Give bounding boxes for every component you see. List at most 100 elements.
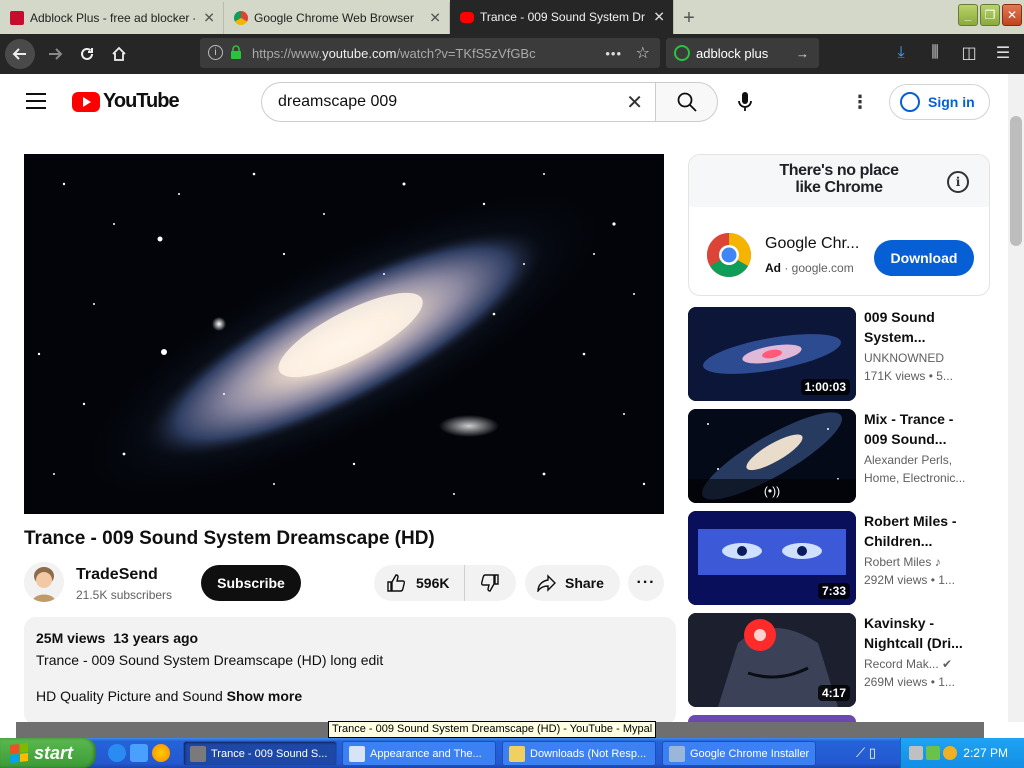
related-video-item[interactable]: (•)) Mix - Trance - 009 Sound... Alexand…: [688, 409, 1008, 505]
internet-explorer-icon[interactable]: [108, 744, 126, 762]
account-icon: [900, 92, 920, 112]
clear-search-icon[interactable]: ✕: [626, 90, 643, 115]
media-player-icon[interactable]: [152, 744, 170, 762]
view-meta: 25M views 13 years ago: [36, 630, 664, 646]
related-thumbnail[interactable]: 7:33: [688, 511, 856, 605]
download-icon[interactable]: ⤓: [886, 38, 916, 68]
close-tab-icon[interactable]: ✕: [653, 9, 665, 26]
menu-icon[interactable]: ☰: [988, 38, 1018, 68]
galaxy-video-frame: [24, 154, 664, 514]
youtube-search-button[interactable]: [655, 82, 718, 122]
channel-avatar[interactable]: [24, 562, 64, 602]
network-tray-icon[interactable]: [909, 746, 923, 760]
youtube-logo[interactable]: YouTube: [72, 90, 180, 113]
related-views: Home, Electronic...: [864, 471, 966, 485]
view-count: 25M views: [36, 630, 106, 646]
settings-kebab-icon[interactable]: ⋮: [850, 92, 870, 112]
search-icon: [677, 92, 697, 112]
more-actions-button[interactable]: ···: [628, 565, 664, 601]
related-title[interactable]: Mix - Trance - 009 Sound...: [864, 409, 976, 449]
system-tray: 2:27 PM: [900, 738, 1024, 768]
taskbar-window-button[interactable]: Appearance and The...: [342, 741, 496, 766]
scrollbar-thumb[interactable]: [1010, 116, 1022, 246]
share-arrow-icon: [537, 574, 556, 592]
tab-title: Trance - 009 Sound System Dream: [480, 10, 645, 24]
taskbar-window-label: Trance - 009 Sound S...: [211, 747, 328, 760]
taskbar-window-label: Appearance and The...: [370, 747, 482, 760]
share-button[interactable]: Share: [525, 565, 620, 601]
download-ad-button[interactable]: Download: [874, 240, 974, 276]
home-button[interactable]: [103, 38, 135, 70]
related-thumbnail-partial[interactable]: [688, 715, 856, 722]
related-title[interactable]: Kavinsky - Nightcall (Dri...: [864, 613, 976, 653]
search-engine-icon: [674, 45, 690, 61]
related-channel: UNKNOWNED: [864, 351, 944, 365]
folder-icon: [509, 745, 525, 762]
arrow-right-icon: [49, 48, 63, 60]
related-title[interactable]: 009 Sound System...: [864, 307, 976, 347]
related-video-item[interactable]: 4:17 Kavinsky - Nightcall (Dri... Record…: [688, 613, 1008, 709]
voice-search-button[interactable]: [730, 90, 760, 114]
ad-info-icon[interactable]: i: [947, 171, 969, 193]
close-tab-icon[interactable]: ✕: [429, 10, 441, 27]
close-tab-icon[interactable]: ✕: [203, 10, 215, 27]
related-thumbnail[interactable]: (•)): [688, 409, 856, 503]
related-title[interactable]: Robert Miles - Children...: [864, 511, 976, 551]
related-video-item[interactable]: 7:33 Robert Miles - Children... Robert M…: [688, 511, 1008, 607]
window-controls: _ ❐ ✕: [958, 4, 1022, 26]
chrome-ad-card[interactable]: There's no place like Chrome i Google Chr…: [688, 154, 990, 296]
bookmark-star-icon[interactable]: ☆: [636, 43, 650, 63]
back-button[interactable]: [5, 39, 35, 69]
browser-search-box[interactable]: adblock plus →: [666, 38, 819, 68]
related-video-item[interactable]: 1:00:03 009 Sound System... UNKNOWNED 17…: [688, 307, 1008, 403]
channel-name[interactable]: TradeSend: [76, 566, 158, 584]
upload-age: 13 years ago: [113, 630, 199, 646]
forward-button[interactable]: [39, 38, 71, 70]
taskbar-window-button[interactable]: Google Chrome Installer: [662, 741, 816, 766]
mix-broadcast-icon: (•)): [688, 479, 856, 503]
description-box[interactable]: 25M views 13 years ago Trance - 009 Sound…: [24, 617, 676, 725]
like-button[interactable]: 596K: [374, 565, 465, 601]
sidebar-icon[interactable]: ◫: [954, 38, 984, 68]
start-button[interactable]: start: [0, 738, 96, 768]
related-views: 269M views • 1...: [864, 675, 955, 689]
ad-title[interactable]: Google Chr...: [765, 235, 859, 253]
tab-strip: Adblock Plus - free ad blocker - Ch ✕ Go…: [0, 0, 1024, 34]
url-path: /watch?v=TKfS5zVfGBc: [396, 45, 536, 61]
tab-adblock[interactable]: Adblock Plus - free ad blocker - Ch ✕: [0, 2, 224, 34]
minimize-button[interactable]: _: [958, 4, 978, 26]
address-bar[interactable]: i https://www.youtube.com/watch?v=TKfS5z…: [200, 38, 660, 68]
video-player[interactable]: [24, 154, 664, 514]
tab-chrome[interactable]: Google Chrome Web Browser ✕: [224, 2, 450, 34]
show-more-link[interactable]: Show more: [227, 688, 302, 704]
page-actions-icon[interactable]: •••: [605, 46, 622, 61]
security-tray-icon[interactable]: [926, 746, 940, 760]
tab-youtube-active[interactable]: Trance - 009 Sound System Dream ✕: [450, 0, 674, 34]
youtube-search-input[interactable]: dreamscape 009 ✕: [261, 82, 655, 122]
url-text: https://www.youtube.com/watch?v=TKfS5zVf…: [252, 46, 536, 61]
library-icon[interactable]: ⫼: [920, 38, 950, 68]
arrow-left-icon: [12, 48, 26, 60]
info-icon[interactable]: i: [208, 45, 223, 60]
related-thumbnail[interactable]: 1:00:03: [688, 307, 856, 401]
guide-menu-icon[interactable]: [26, 93, 46, 109]
ad-banner[interactable]: There's no place like Chrome i: [689, 155, 989, 207]
maximize-button[interactable]: ❐: [980, 4, 1000, 26]
language-bar-icon[interactable]: ⟋ ▯: [856, 745, 876, 761]
reload-button[interactable]: [71, 38, 103, 70]
search-go-icon[interactable]: →: [796, 46, 809, 61]
taskbar-window-button[interactable]: Downloads (Not Resp...: [502, 741, 656, 766]
description-line-2: HD Quality Picture and Sound Show more: [36, 688, 664, 704]
search-tray-icon[interactable]: [943, 746, 957, 760]
related-thumbnail[interactable]: 4:17: [688, 613, 856, 707]
dislike-button[interactable]: [465, 573, 515, 593]
related-channel: Record Mak... ✔: [864, 657, 953, 671]
taskbar-window-button[interactable]: Trance - 009 Sound S...: [183, 741, 337, 766]
new-tab-button[interactable]: +: [674, 2, 704, 34]
close-window-button[interactable]: ✕: [1002, 4, 1022, 26]
page-scrollbar[interactable]: [1008, 74, 1024, 722]
mypal-browser-icon[interactable]: [130, 744, 148, 762]
sign-in-button[interactable]: Sign in: [889, 84, 990, 120]
subscribe-button[interactable]: Subscribe: [201, 565, 301, 601]
ad-tagline-line-1: There's no place: [779, 162, 899, 179]
